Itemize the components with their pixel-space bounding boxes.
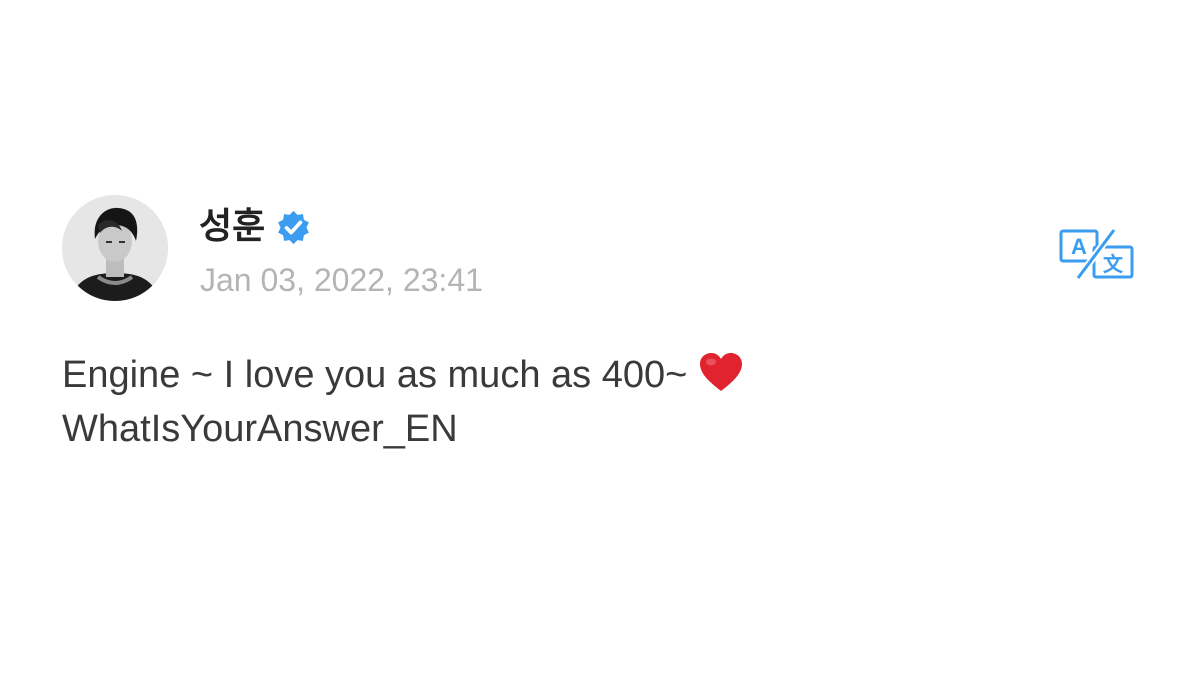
translate-button[interactable]: A 文 [1058, 227, 1136, 281]
post-body: Engine ~ I love you as much as 400~ What… [62, 348, 1142, 456]
svg-text:文: 文 [1103, 252, 1124, 276]
post-body-text-1: Engine ~ I love you as much as 400~ [62, 354, 698, 396]
post-timestamp: Jan 03, 2022, 23:41 [200, 262, 483, 298]
post-body-line-2: WhatIsYourAnswer_EN [62, 408, 458, 450]
author-avatar[interactable] [62, 195, 168, 301]
author-name-row: 성훈 [199, 202, 312, 252]
avatar-photo [62, 195, 168, 301]
verified-badge-icon [275, 209, 312, 246]
post-card: 성훈 Jan 03, 2022, 23:41 A 文 Engine ~ I lo… [0, 0, 1200, 675]
post-body-line-1: Engine ~ I love you as much as 400~ [62, 348, 1142, 402]
author-name[interactable]: 성훈 [199, 209, 265, 245]
svg-text:A: A [1071, 234, 1087, 259]
red-heart-icon [698, 351, 744, 393]
translate-icon: A 文 [1059, 227, 1134, 281]
